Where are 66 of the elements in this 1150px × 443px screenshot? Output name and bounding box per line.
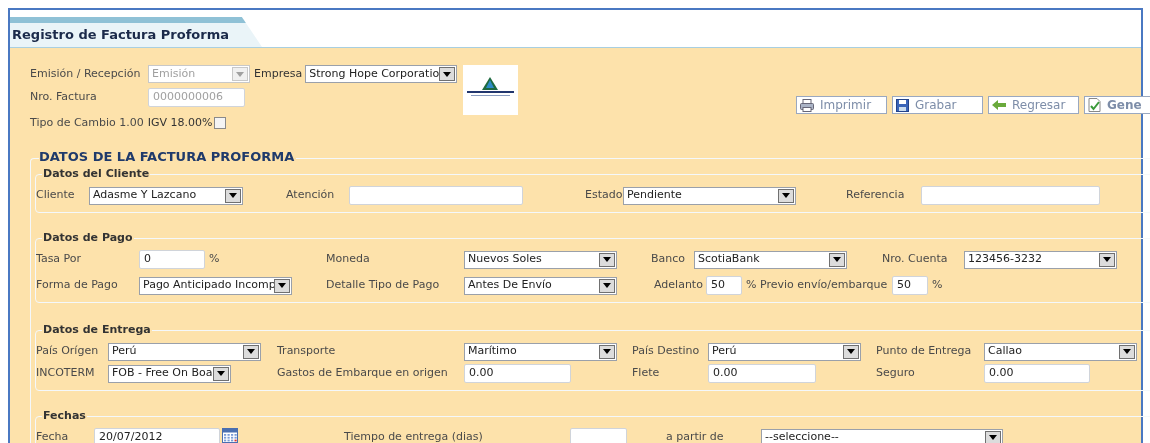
dropdown[interactable]: Marítimo [464, 342, 617, 361]
dropdown[interactable]: 123456-3232 [964, 250, 1117, 269]
company-logo-icon [463, 65, 518, 115]
printer-icon [800, 98, 814, 112]
field-label: Fecha [36, 429, 69, 443]
dropdown[interactable]: FOB - Free On Boa [108, 364, 231, 383]
form-title: DATOS DE LA FACTURA PROFORMA [39, 149, 297, 164]
field-label: Forma de Pago [36, 277, 118, 294]
field-label: Detalle Tipo de Pago [326, 277, 440, 294]
section-title: Datos de Pago [42, 230, 134, 245]
field-label: Cliente [36, 187, 75, 204]
input-field[interactable] [349, 186, 523, 205]
field-label: Referencia [846, 187, 905, 204]
checkbox[interactable] [213, 117, 226, 130]
field-label: Gastos de Embarque en origen [277, 365, 448, 382]
dropdown[interactable]: Antes De Envío [464, 276, 617, 295]
calendar-icon[interactable] [222, 426, 238, 443]
field-label: Adelanto [654, 277, 703, 294]
field-label: a partir de [666, 429, 724, 443]
field-label: Estado [585, 187, 623, 204]
unit-label: % [209, 251, 220, 268]
dropdown[interactable]: --seleccione-- [761, 428, 1003, 443]
dropdown[interactable]: ScotiaBank [694, 250, 847, 269]
field-label: Emisión / Recepción [30, 65, 142, 82]
exchange-rate-text: Tipo de Cambio 1.00 [30, 115, 144, 131]
dropdown[interactable]: Strong Hope Corporatio [305, 65, 458, 83]
field-label: Punto de Entrega [876, 343, 972, 360]
field-label: Banco [651, 251, 686, 268]
input-field[interactable]: 20/07/2012 [94, 428, 220, 443]
input-field[interactable]: 0.00 [708, 364, 816, 383]
field-label: Seguro [876, 365, 915, 382]
field-label: Tiempo de entrega (dias) [344, 429, 483, 443]
field-label: Nro. Factura [30, 89, 98, 106]
field-label: País Destino [632, 343, 700, 360]
dropdown[interactable]: Callao [984, 342, 1137, 361]
field-label: INCOTERM [36, 365, 95, 382]
toolbar-button[interactable]: Imprimir [796, 96, 887, 114]
field-label: País Orígen [36, 343, 99, 360]
unit-label: % Previo envío/embarque [746, 277, 888, 294]
input-field[interactable]: 0.00 [464, 364, 571, 383]
input-field[interactable]: 50 [706, 276, 742, 295]
input-field[interactable]: 50 [892, 276, 928, 295]
field-label: Nro. Cuenta [882, 251, 948, 268]
field-label: Tasa Por [36, 251, 82, 268]
field-label: Transporte [277, 343, 336, 360]
dropdown[interactable]: Pendiente [623, 186, 796, 205]
input-field[interactable]: 0.00 [984, 364, 1090, 383]
document-check-icon [1088, 98, 1101, 112]
field-label: Flete [632, 365, 660, 382]
field-label: Atención [286, 187, 335, 204]
dropdown[interactable]: Perú [708, 342, 861, 361]
input-field[interactable] [570, 428, 627, 443]
input-field[interactable] [921, 186, 1100, 205]
unit-label: % [932, 277, 943, 294]
toolbar-button[interactable]: Grabar [892, 96, 983, 114]
field-label: IGV 18.00% [147, 115, 213, 131]
left-arrow-icon [992, 100, 1006, 110]
section-title: Datos de Entrega [42, 322, 152, 337]
toolbar-button[interactable]: Regresar [988, 96, 1079, 114]
page-tab[interactable]: Registro de Factura Proforma [10, 17, 262, 47]
dropdown[interactable]: Adasme Y Lazcano [89, 186, 243, 205]
dropdown[interactable]: Nuevos Soles [464, 250, 617, 269]
field-label: Empresa [254, 65, 303, 82]
input-field[interactable]: 0 [139, 250, 205, 269]
dropdown[interactable]: Perú [108, 342, 261, 361]
field-label: Moneda [326, 251, 370, 268]
